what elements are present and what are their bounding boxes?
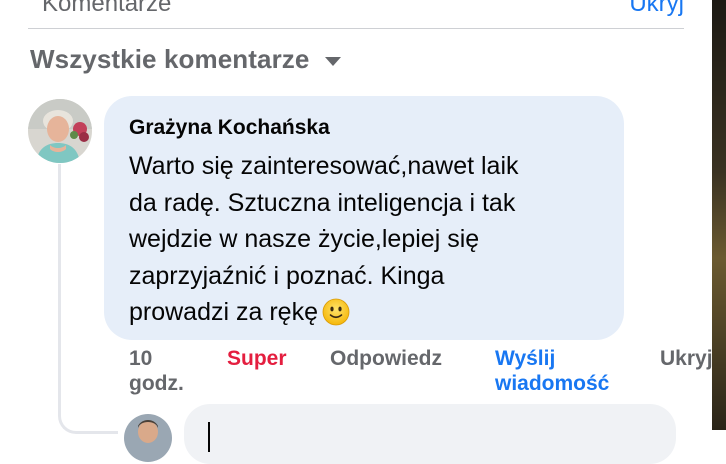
comment-text-line: wejdzie w nasze życie,lepiej się [129,225,480,253]
comment-text: Warto się zainteresować,nawet laik da ra… [129,148,609,331]
comment-text-line: prowadzi za rękę [129,298,318,326]
comment-filter-dropdown[interactable]: Wszystkie komentarze [30,44,342,75]
comment-bubble: Grażyna Kochańska Warto się zainteresowa… [104,96,624,340]
hide-comments-link[interactable]: Ukryj [629,0,684,18]
send-message-button[interactable]: Wyślij wiadomość [495,346,609,396]
caret-down-icon [325,57,342,66]
hide-comment-button[interactable]: Ukryj [660,346,713,371]
comment-timestamp[interactable]: 10 godz. [129,346,184,396]
section-title: Komentarze [42,0,172,17]
comment-text-line: zaprzyjaźnić i poznać. Kinga [129,261,445,290]
smiling-face-icon [322,298,350,326]
send-message-label: Wyślij [495,347,556,370]
background-edge [712,0,726,430]
reply-input[interactable] [184,404,676,464]
comment-text-line-last: prowadzi za rękę [129,294,609,331]
comment-text-line: Warto się zainteresować,nawet laik [129,152,519,180]
current-user-avatar[interactable] [124,414,172,462]
avatar[interactable] [28,99,92,163]
send-message-label: wiadomość [495,372,610,395]
text-cursor [208,422,210,452]
comment-filter-label: Wszystkie komentarze [30,44,310,74]
reaction-super-button[interactable]: Super [227,346,287,371]
timestamp-value: 10 [129,347,153,370]
comment-text-line: da radę. Sztuczna inteligencja i tak [129,188,516,217]
reply-button[interactable]: Odpowiedz [330,346,442,371]
comments-section-header: Komentarze Ukryj [28,0,684,29]
timestamp-unit: godz. [129,372,184,395]
comment-author[interactable]: Grażyna Kochańska [129,116,330,140]
